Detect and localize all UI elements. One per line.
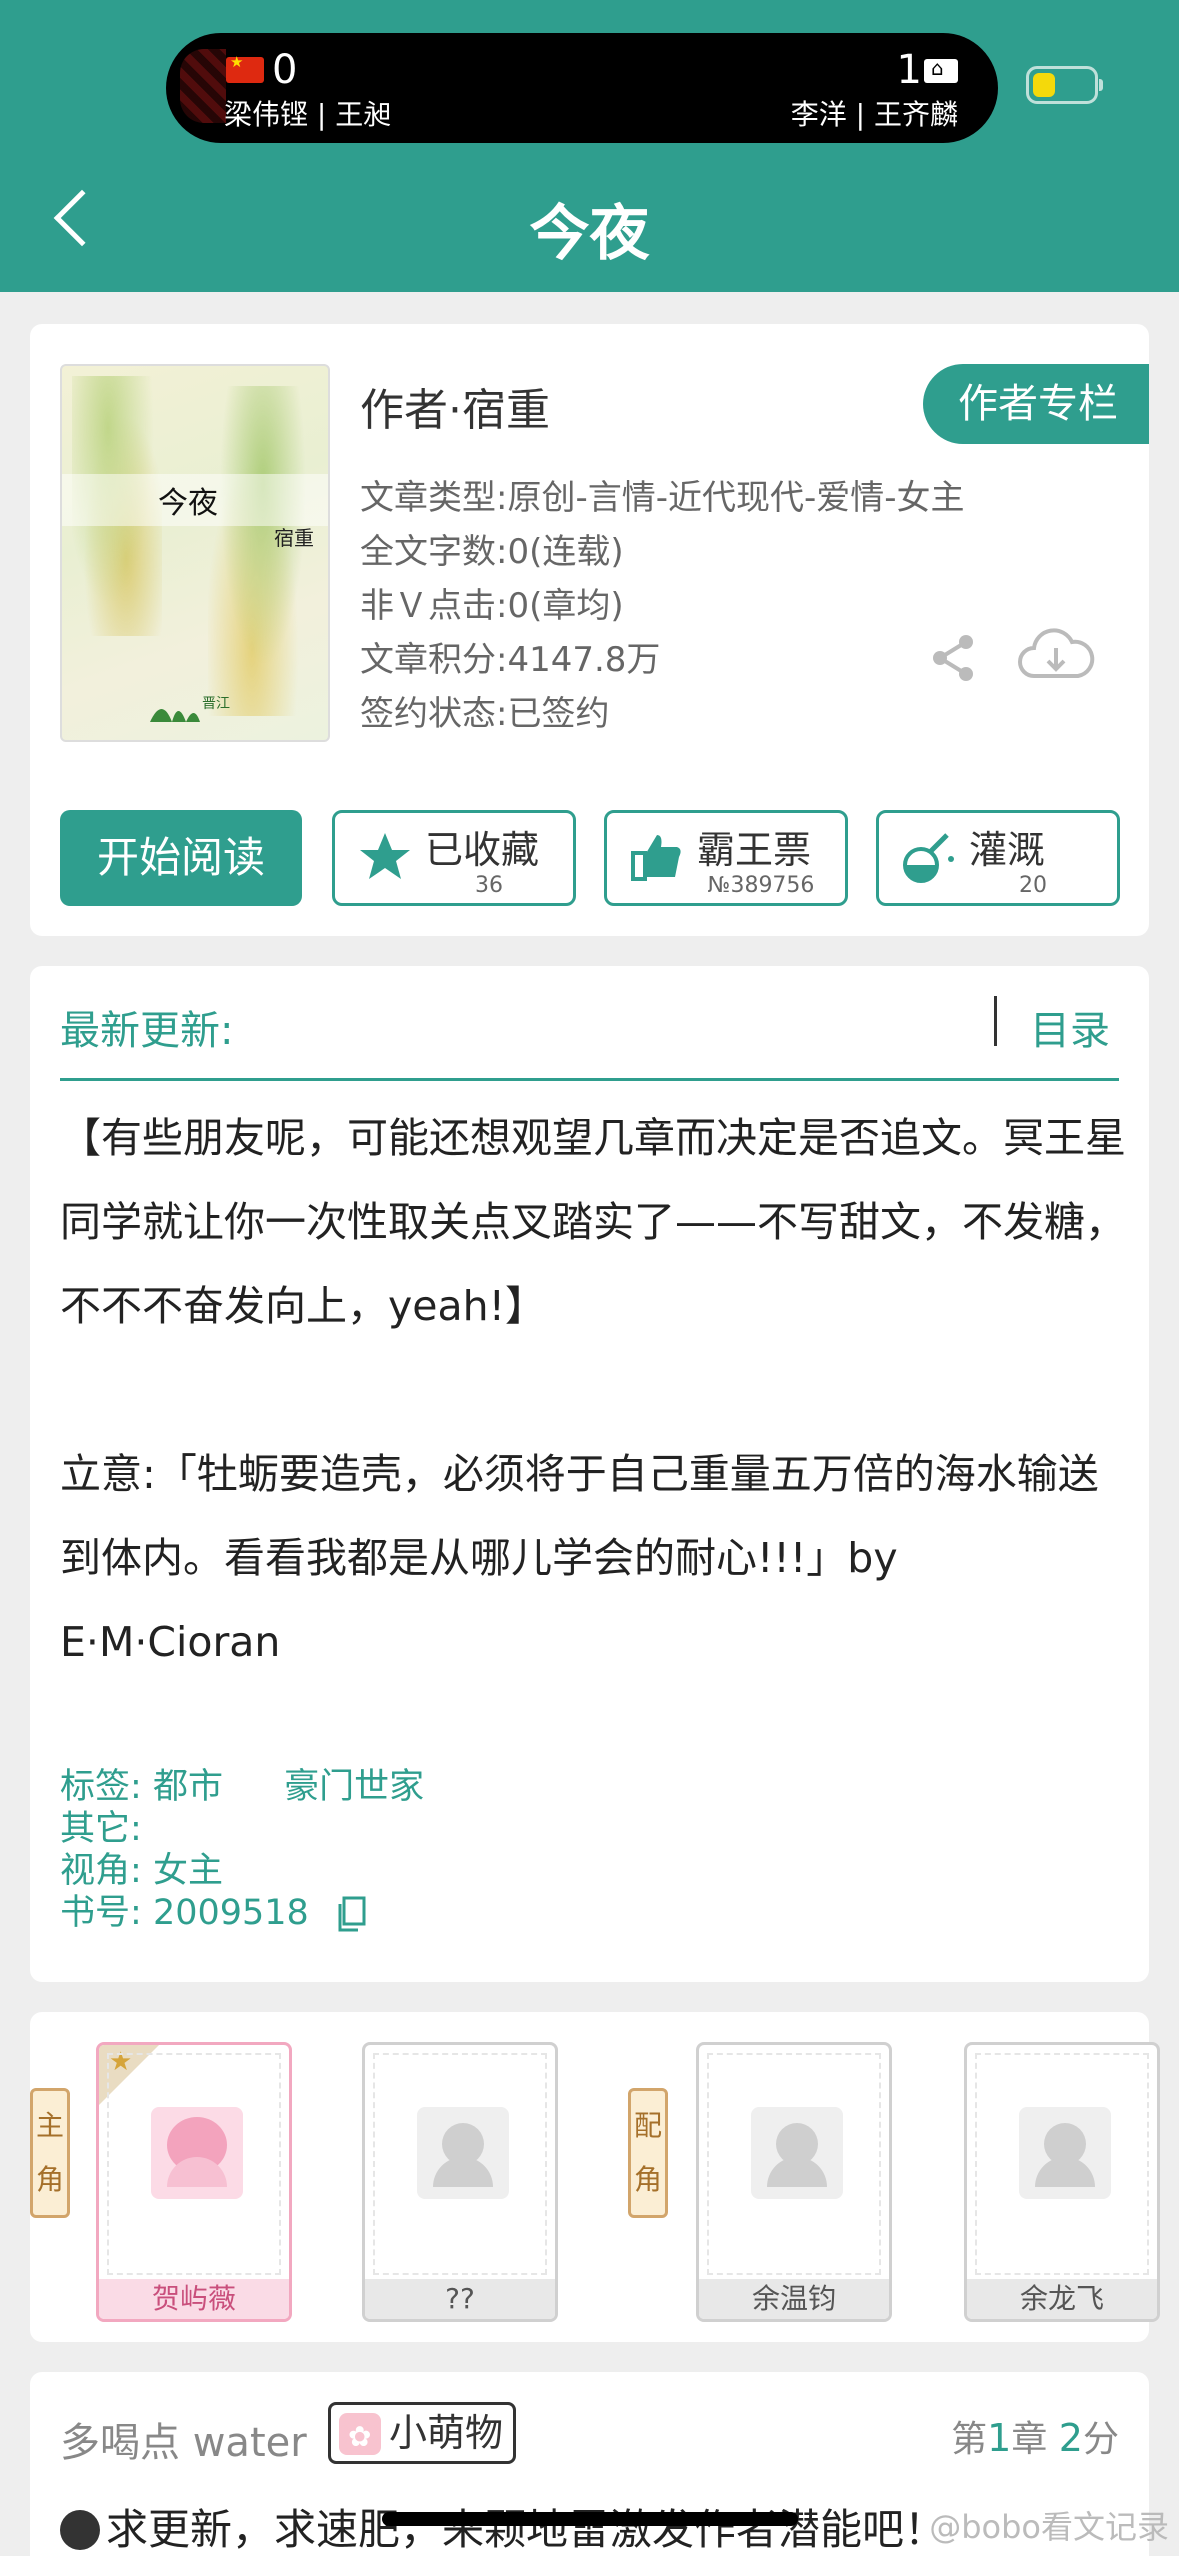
china-flag-icon (226, 53, 264, 83)
watermark: @bobo看文记录 (929, 2508, 1169, 2546)
character-name: 贺屿薇 (99, 2279, 289, 2319)
download-cloud-icon[interactable] (1016, 624, 1096, 688)
intro-card: 最新更新: 目录 【有些朋友呢，可能还想观望几章而决定是否追文。冥王星同学就让你… (30, 966, 1149, 1982)
divider (60, 1078, 1119, 1081)
avatar (1019, 2107, 1111, 2199)
left-players: 梁伟铿 | 王昶 (224, 98, 392, 131)
book-intro: 【有些朋友呢，可能还想观望几章而决定是否追文。冥王星同学就让你一次性取关点叉踏实… (60, 1096, 1130, 1684)
book-info-card: 今夜 宿重 晋江 作者·宿重 作者专栏 文章类型:原创-言情-近代现代-爱情-女… (30, 324, 1149, 936)
author-column-button[interactable]: 作者专栏 (923, 364, 1149, 444)
comment-user[interactable]: 多喝点 water (60, 2410, 307, 2468)
badge-label: 小萌物 (389, 2411, 504, 2455)
support-role-tag: 配角 (628, 2088, 668, 2218)
collect-label: 已收藏 (425, 828, 540, 872)
left-score: 0 (272, 47, 298, 93)
character-name: ?? (365, 2279, 555, 2319)
tag-list: 标签: 都市 豪门世家 其它: 视角: 女主 书号: 2009518 (60, 1766, 424, 1934)
toc-link[interactable]: 目录 (1030, 998, 1110, 1056)
cover-title: 今夜 (158, 486, 218, 521)
view-value: 女主 (152, 1851, 223, 1891)
character-card[interactable]: ★ 贺屿薇 (96, 2042, 292, 2322)
tags-label: 标签: (60, 1767, 142, 1807)
water-count: 20 (1019, 873, 1047, 898)
battery-icon (1026, 66, 1103, 104)
character-name: 余温钧 (699, 2279, 889, 2319)
publisher-logo: 晋江 (142, 686, 252, 726)
chapter-suffix: 章 (1011, 2419, 1048, 2460)
bawang-rank: №389756 (707, 873, 815, 898)
collect-button[interactable]: 已收藏 36 (332, 810, 576, 906)
tag[interactable]: 都市 (153, 1767, 223, 1807)
share-icon[interactable] (926, 630, 982, 686)
main-role-tag: 主角 (30, 2088, 70, 2218)
book-number: 2009518 (152, 1893, 309, 1933)
author-name[interactable]: 作者·宿重 (360, 374, 550, 438)
chapter-prefix: 第 (951, 2419, 988, 2460)
avatar (151, 2107, 243, 2199)
book-number-label: 书号: (60, 1893, 142, 1933)
bomb-icon (60, 2510, 100, 2550)
avatar (417, 2107, 509, 2199)
latest-update-label[interactable]: 最新更新: (60, 998, 233, 1056)
book-score: 文章积分:4147.8万 (360, 640, 661, 680)
copy-icon[interactable] (336, 1896, 368, 1932)
intro-paragraph: 立意:「牡蛎要造壳，必须将于自己重量五万倍的海水输送到体内。看看我都是从哪儿学会… (60, 1450, 1099, 1666)
team-logo (180, 49, 226, 123)
user-badge: 小萌物 (328, 2402, 517, 2465)
click-count: 非Ｖ点击:0(章均) (360, 586, 624, 626)
water-button[interactable]: 灌溉 20 (876, 810, 1120, 906)
home-indicator[interactable] (382, 2512, 798, 2526)
intro-paragraph: 【有些朋友呢，可能还想观望几章而决定是否追文。冥王星同学就让你一次性取关点叉踏实… (60, 1114, 1126, 1330)
cover-author: 宿重 (274, 526, 314, 550)
comment-text-row: 求更新，求速肥，来颗地雷激发作者潜能吧！ (60, 2496, 946, 2556)
character-name: 余龙飞 (967, 2279, 1157, 2319)
contract-status: 签约状态:已签约 (360, 694, 610, 734)
paw-icon (339, 2409, 381, 2465)
svg-text:晋江: 晋江 (202, 696, 230, 712)
word-count: 全文字数:0(连载) (360, 532, 624, 572)
chapter-number: 1 (987, 2416, 1012, 2460)
page-title: 今夜 (529, 199, 650, 269)
characters-card: 主角 ★ 贺屿薇 ?? 配角 余温钧 余龙飞 (30, 2012, 1160, 2342)
tag[interactable]: 豪门世家 (284, 1767, 424, 1807)
other-label: 其它: (60, 1809, 142, 1849)
view-label: 视角: (60, 1851, 142, 1891)
character-card[interactable]: 余温钧 (696, 2042, 892, 2322)
right-score: 1 (896, 47, 922, 93)
team-flag-icon (924, 56, 958, 83)
book-type: 文章类型:原创-言情-近代现代-爱情-女主 (360, 478, 965, 518)
collect-count: 36 (475, 873, 503, 898)
bawang-label: 霸王票 (697, 828, 812, 872)
water-label: 灌溉 (969, 828, 1046, 872)
right-players: 李洋 | 王齐麟 (790, 98, 958, 131)
bawang-ticket-button[interactable]: 霸王票 №389756 (604, 810, 848, 906)
character-card[interactable]: ?? (362, 2042, 558, 2322)
divider (994, 996, 997, 1046)
book-cover[interactable]: 今夜 宿重 晋江 (60, 364, 330, 742)
live-score-island[interactable]: 0 1 梁伟铿 | 王昶 李洋 | 王齐麟 (166, 33, 998, 143)
header-bar: 0 1 梁伟铿 | 王昶 李洋 | 王齐麟 今夜 (0, 0, 1179, 292)
character-card[interactable]: 余龙飞 (964, 2042, 1160, 2322)
score-suffix: 分 (1082, 2419, 1119, 2460)
avatar (751, 2107, 843, 2199)
score-number: 2 (1058, 2416, 1083, 2460)
start-reading-button[interactable]: 开始阅读 (60, 810, 302, 906)
comment-chapter-score: 第1章 2分 (951, 2410, 1119, 2462)
